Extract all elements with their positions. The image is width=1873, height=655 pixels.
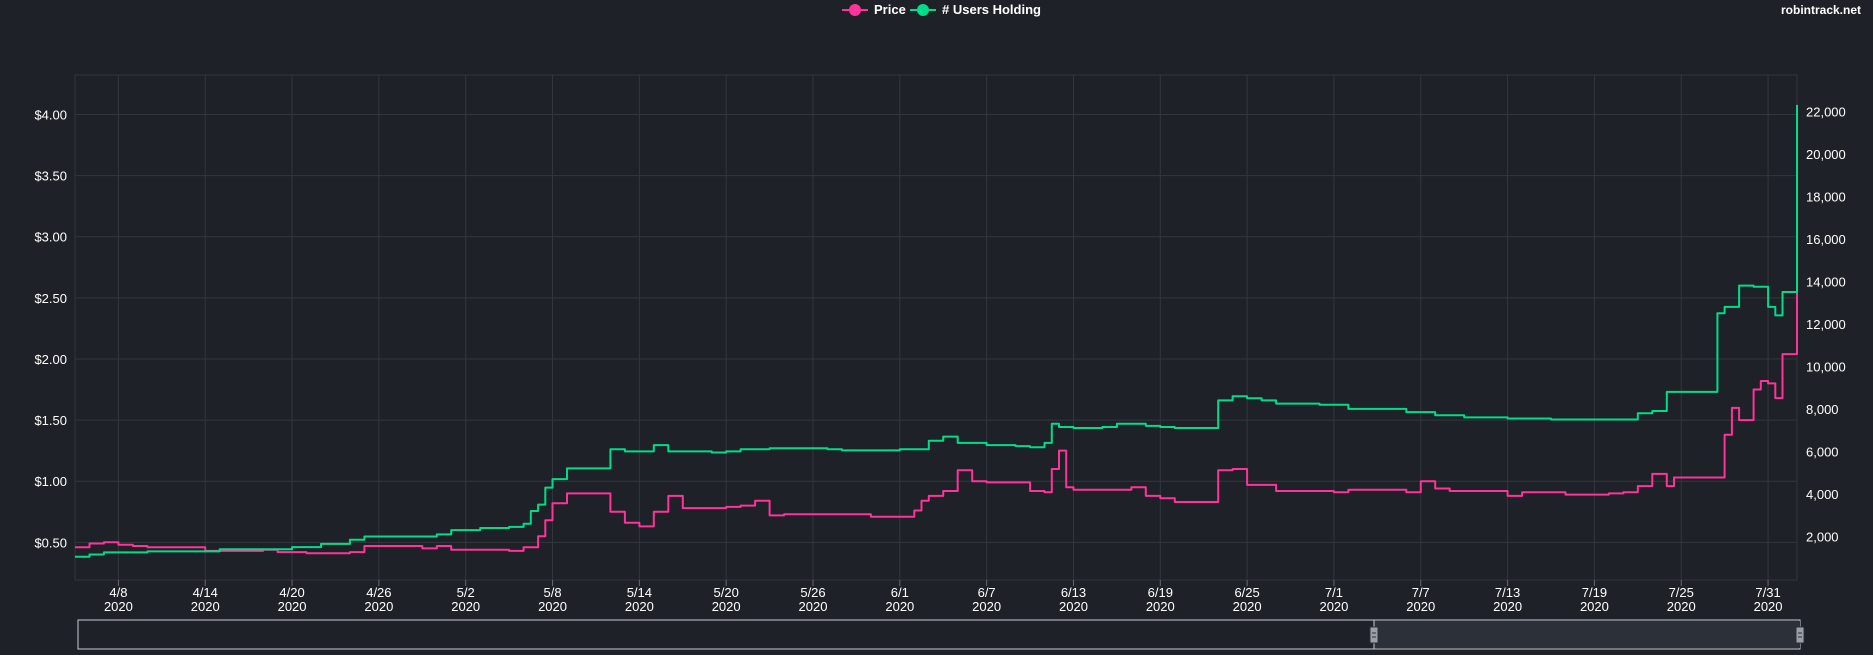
x-tick-label: 6/13 2020	[1059, 585, 1088, 614]
x-tick-label-line: 2020	[1406, 599, 1435, 614]
y-right-tick-label: 8,000	[1806, 402, 1839, 417]
y-left-tick-label: $2.00	[34, 352, 67, 367]
x-tick-label-line: 6/19	[1148, 585, 1173, 600]
navigator	[77, 619, 1805, 650]
x-tick-label-line: 2020	[972, 599, 1001, 614]
navigator-handle-right[interactable]	[1795, 626, 1805, 644]
x-tick-label: 5/2 2020	[451, 585, 480, 614]
x-tick-label-line: 7/1	[1325, 585, 1343, 600]
x-tick-label-line: 5/26	[800, 585, 825, 600]
x-tick-label: 6/7 2020	[972, 585, 1001, 614]
x-tick-label-line: 2020	[1493, 599, 1522, 614]
handle-grip	[1369, 626, 1379, 644]
series-line-users	[75, 104, 1798, 558]
x-tick-label-line: 5/2	[457, 585, 475, 600]
y-left-tick-label: $4.00	[34, 107, 67, 122]
x-tick-label: 6/19 2020	[1146, 585, 1175, 614]
x-tick-label-line: 2020	[885, 599, 914, 614]
x-tick-label-line: 4/14	[193, 585, 218, 600]
navigator-handle-left[interactable]	[1369, 626, 1379, 644]
x-tick-label-line: 2020	[278, 599, 307, 614]
x-tick-label: 7/13 2020	[1493, 585, 1522, 614]
x-tick-label-line: 4/26	[366, 585, 391, 600]
x-tick-label: 5/20 2020	[712, 585, 741, 614]
x-tick-label-line: 4/8	[109, 585, 127, 600]
handle-grip	[1795, 626, 1805, 644]
x-tick-label: 4/26 2020	[364, 585, 393, 614]
y-right-tick-label: 20,000	[1806, 147, 1846, 162]
x-tick-label-line: 2020	[364, 599, 393, 614]
y-right-tick-label: 18,000	[1806, 189, 1846, 204]
y-left-tick-label: $2.50	[34, 291, 67, 306]
x-tick-label-line: 7/25	[1669, 585, 1694, 600]
y-right-tick-label: 16,000	[1806, 232, 1846, 247]
x-tick-label-line: 2020	[712, 599, 741, 614]
x-tick-label-line: 2020	[104, 599, 133, 614]
x-tick-label-line: 2020	[1233, 599, 1262, 614]
x-tick-label: 7/7 2020	[1406, 585, 1435, 614]
y-left-tick-label: $3.50	[34, 169, 67, 184]
y-left-tick-label: $3.00	[34, 230, 67, 245]
x-tick-label-line: 2020	[1580, 599, 1609, 614]
x-tick-label-line: 6/13	[1061, 585, 1086, 600]
x-tick-label: 5/26 2020	[799, 585, 828, 614]
x-tick-label: 7/19 2020	[1580, 585, 1609, 614]
y-right-tick-label: 2,000	[1806, 529, 1839, 544]
plot-area	[74, 74, 1798, 581]
x-tick-label-line: 2020	[451, 599, 480, 614]
y-right-tick-label: 14,000	[1806, 274, 1846, 289]
x-tick-label-line: 7/19	[1582, 585, 1607, 600]
y-left-tick-label: $1.50	[34, 413, 67, 428]
x-tick-label: 5/14 2020	[625, 585, 654, 614]
x-tick-label-line: 7/7	[1412, 585, 1430, 600]
x-tick-label-line: 2020	[799, 599, 828, 614]
x-tick-label-line: 2020	[191, 599, 220, 614]
x-tick-label-line: 2020	[538, 599, 567, 614]
x-tick-label: 7/25 2020	[1667, 585, 1696, 614]
x-tick-label: 7/31 2020	[1754, 585, 1783, 614]
y-right-tick-label: 6,000	[1806, 444, 1839, 459]
x-tick-label-line: 2020	[1319, 599, 1348, 614]
x-tick-label-line: 4/20	[279, 585, 304, 600]
x-tick-label-line: 5/14	[627, 585, 652, 600]
navigator-selected-range	[1374, 621, 1800, 648]
x-tick-label-line: 6/1	[891, 585, 909, 600]
x-tick-label-line: 6/25	[1234, 585, 1259, 600]
series-line-price	[75, 145, 1798, 555]
x-tick-label-line: 2020	[625, 599, 654, 614]
x-tick-label-line: 2020	[1667, 599, 1696, 614]
x-tick-label: 4/20 2020	[278, 585, 307, 614]
y-right-tick-label: 22,000	[1806, 104, 1846, 119]
x-tick-label-line: 6/7	[978, 585, 996, 600]
x-tick-label-line: 5/8	[543, 585, 561, 600]
x-tick-label: 7/1 2020	[1319, 585, 1348, 614]
x-tick-label-line: 2020	[1059, 599, 1088, 614]
y-right-tick-label: 12,000	[1806, 317, 1846, 332]
chart: 4/8 20204/14 20204/20 20204/26 20205/2 20205/…	[34, 74, 1846, 650]
x-tick-label: 6/25 2020	[1233, 585, 1262, 614]
x-tick-label-line: 7/13	[1495, 585, 1520, 600]
y-right-tick-label: 4,000	[1806, 487, 1839, 502]
x-tick-label: 4/14 2020	[191, 585, 220, 614]
x-tick-label-line: 2020	[1754, 599, 1783, 614]
x-tick-label: 5/8 2020	[538, 585, 567, 614]
y-left-tick-label: $1.00	[34, 474, 67, 489]
x-tick-label-line: 5/20	[714, 585, 739, 600]
y-left-tick-label: $0.50	[34, 535, 67, 550]
x-tick-label: 4/8 2020	[104, 585, 133, 614]
x-tick-label-line: 2020	[1146, 599, 1175, 614]
x-tick-label-line: 7/31	[1755, 585, 1780, 600]
x-tick-label: 6/1 2020	[885, 585, 914, 614]
y-right-tick-label: 10,000	[1806, 359, 1846, 374]
